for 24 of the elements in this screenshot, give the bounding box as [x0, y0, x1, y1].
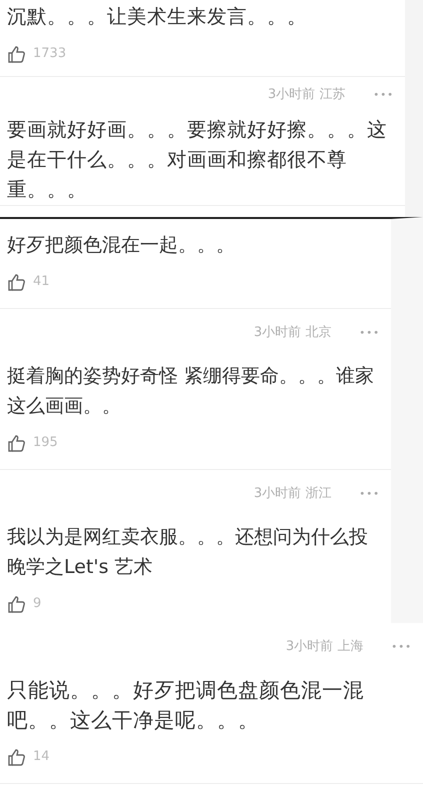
comment-text: 沉默。。。让美术生来发言。。。	[7, 4, 308, 30]
like-count: 195	[33, 434, 58, 452]
like-count: 41	[33, 273, 50, 292]
comment-meta: 3小时前 江苏	[268, 86, 346, 104]
comment-text: 只能说。。。好歹把调色盘颜色混一混吧。。这么干净是呢。。。	[7, 677, 365, 734]
thumbs-up-icon[interactable]	[7, 433, 27, 453]
thumbs-up-icon[interactable]	[7, 272, 27, 292]
comment-meta: 3小时前 浙江	[254, 485, 332, 504]
like-count: 14	[33, 748, 50, 766]
more-button[interactable]: •••	[391, 640, 412, 654]
comment-text: 挺着胸的姿势好奇怪 紧绷得要命。。。谁家这么画画。。	[7, 364, 376, 419]
thumbs-up-icon[interactable]	[7, 747, 27, 767]
comment-text: 好歹把颜色混在一起。。。	[7, 233, 236, 258]
more-button[interactable]: •••	[373, 88, 394, 102]
like-count: 9	[33, 595, 42, 614]
more-button[interactable]: •••	[359, 486, 380, 502]
thumbs-up-icon[interactable]	[7, 44, 27, 64]
comment-text: 要画就好好画。。。要擦就好好擦。。。这是在干什么。。。对画画和擦都很不尊重。。。	[7, 117, 388, 203]
comment-meta: 3小时前 北京	[254, 324, 332, 342]
comment-meta: 3小时前 上海	[286, 638, 364, 656]
like-count: 1733	[33, 45, 66, 64]
comment-text: 我以为是网红卖衣服。。。还想问为什么投晚学之Let's 艺术	[7, 525, 369, 580]
more-button[interactable]: •••	[359, 326, 380, 340]
thumbs-up-icon[interactable]	[7, 594, 27, 614]
